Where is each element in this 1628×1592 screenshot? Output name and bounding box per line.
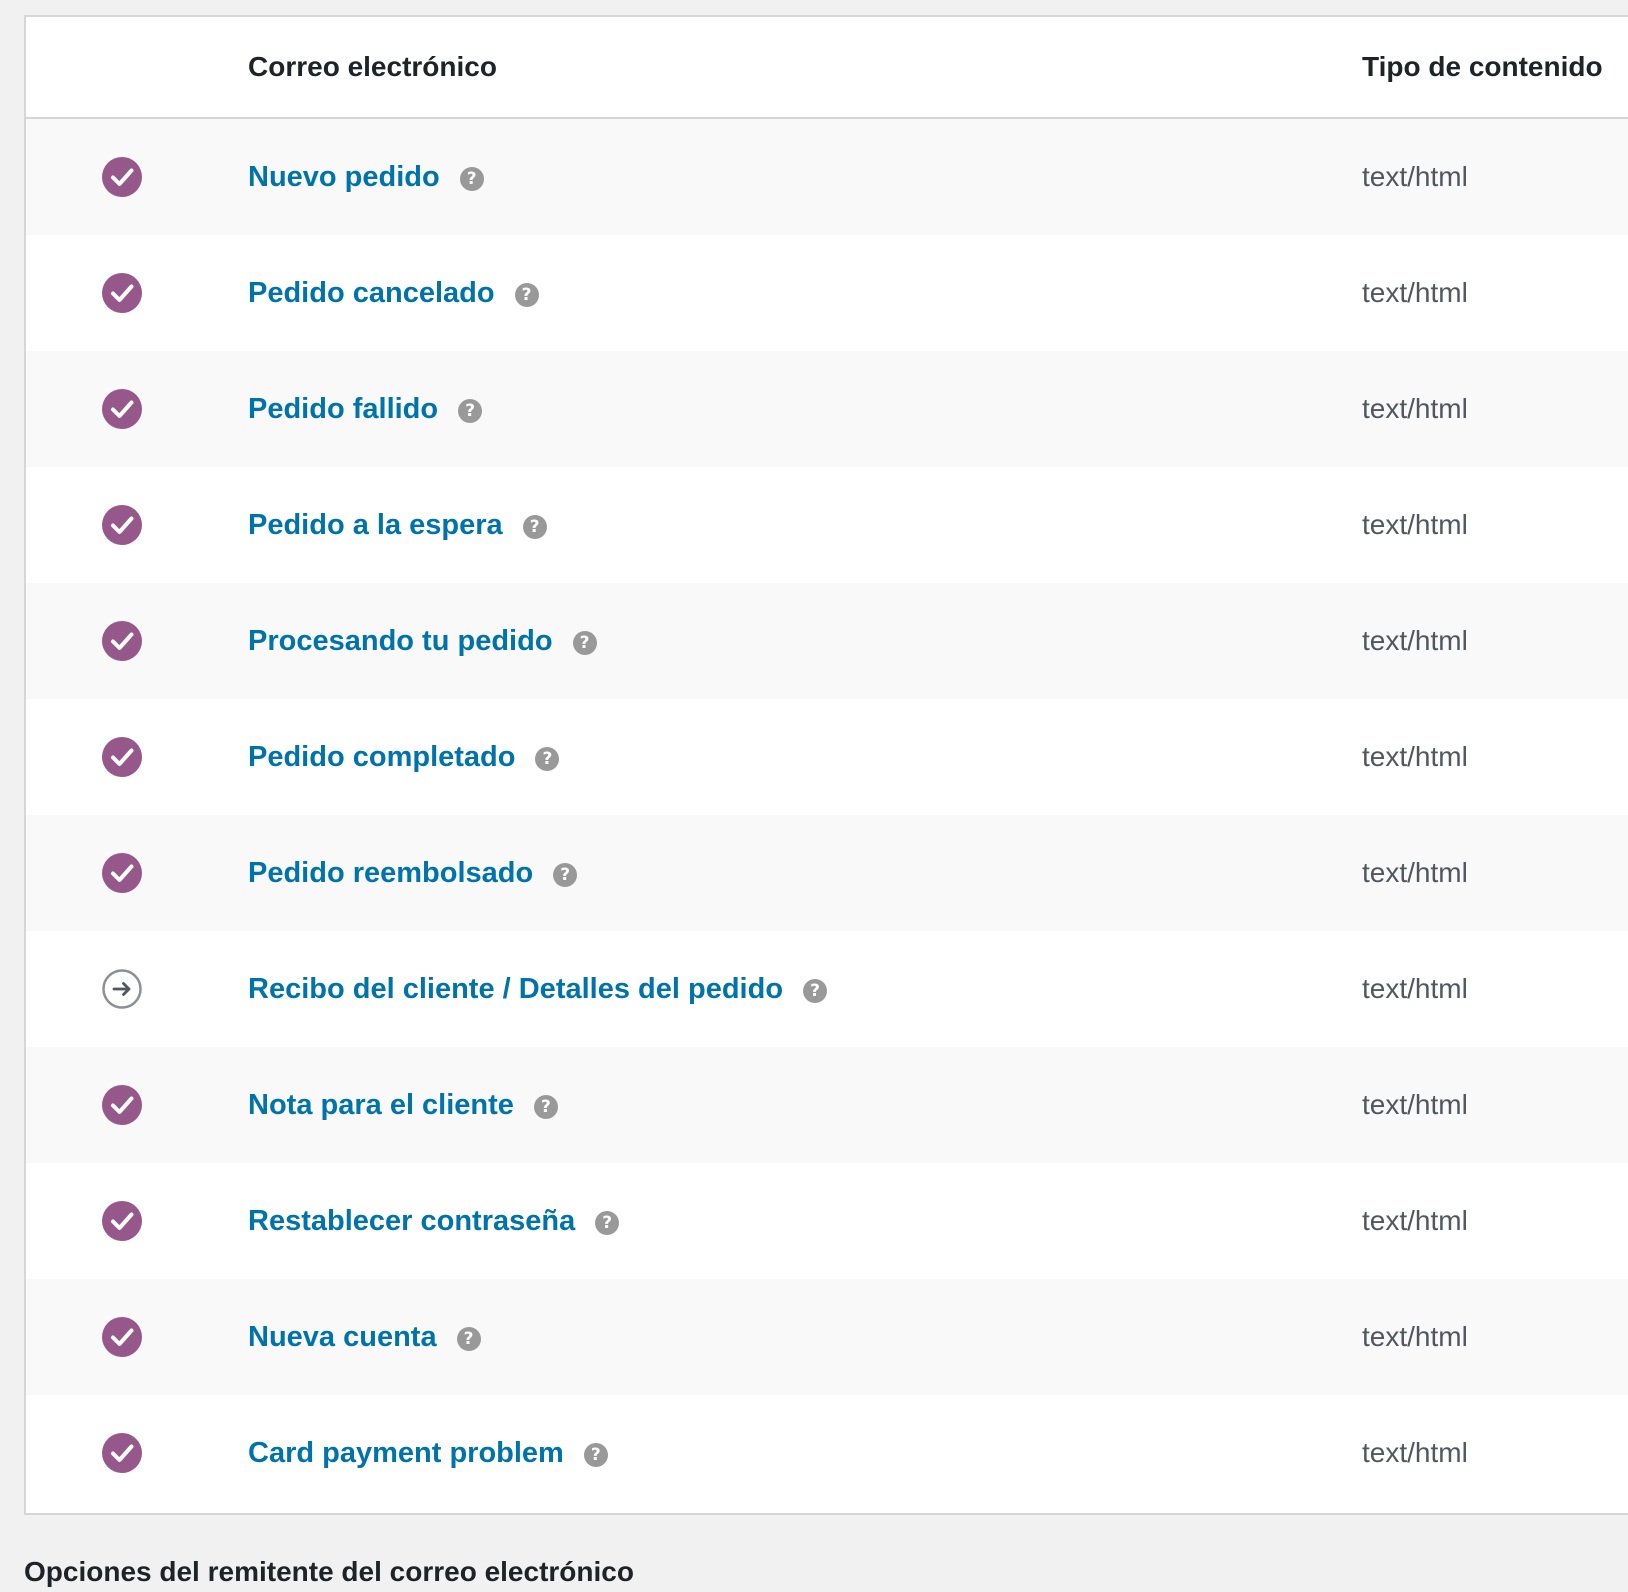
- check-circle-icon: [102, 737, 142, 777]
- content-type-cell: text/html: [1362, 393, 1468, 424]
- email-notifications-table: Correo electrónico Tipo de contenido Nue…: [24, 15, 1628, 1515]
- email-title-cell: Procesando tu pedido?: [248, 583, 597, 699]
- question-icon[interactable]: ?: [535, 747, 560, 771]
- email-link[interactable]: Pedido a la espera: [248, 509, 503, 542]
- email-link[interactable]: Procesando tu pedido: [248, 625, 553, 658]
- question-icon[interactable]: ?: [522, 515, 547, 539]
- table-row: Pedido reembolsado? text/html: [26, 815, 1628, 931]
- check-circle-icon: [102, 853, 142, 893]
- email-title-cell: Nuevo pedido?: [248, 119, 484, 235]
- check-circle-icon: [102, 1433, 142, 1473]
- content-type-cell: text/html: [1362, 741, 1468, 772]
- table-row: Pedido completado? text/html: [26, 699, 1628, 815]
- email-link[interactable]: Recibo del cliente / Detalles del pedido: [248, 973, 783, 1006]
- question-icon[interactable]: ?: [533, 1095, 558, 1119]
- check-circle-icon: [102, 273, 142, 313]
- content-type-cell: text/html: [1362, 625, 1468, 656]
- content-type-cell: text/html: [1362, 857, 1468, 888]
- table-row: Nota para el cliente? text/html: [26, 1047, 1628, 1163]
- content-type-cell: text/html: [1362, 1089, 1468, 1120]
- email-title-cell: Pedido reembolsado?: [248, 815, 578, 931]
- email-title-cell: Pedido completado?: [248, 699, 560, 815]
- email-link[interactable]: Nueva cuenta: [248, 1321, 437, 1354]
- question-icon[interactable]: ?: [514, 283, 539, 307]
- table-row: Nuevo pedido? text/html: [26, 119, 1628, 235]
- table-row: Procesando tu pedido? text/html: [26, 583, 1628, 699]
- arrow-circle-icon: [102, 969, 142, 1009]
- content-type-cell: text/html: [1362, 509, 1468, 540]
- check-circle-icon: [102, 621, 142, 661]
- question-icon[interactable]: ?: [459, 167, 484, 191]
- content-type-cell: text/html: [1362, 1205, 1468, 1236]
- email-link[interactable]: Nota para el cliente: [248, 1089, 514, 1122]
- sender-options-heading: Opciones del remitente del correo electr…: [24, 1556, 634, 1587]
- table-row: Nueva cuenta? text/html: [26, 1279, 1628, 1395]
- check-circle-icon: [102, 1085, 142, 1125]
- email-title-cell: Restablecer contraseña?: [248, 1163, 620, 1279]
- content-type-cell: text/html: [1362, 1437, 1468, 1468]
- email-title-cell: Card payment problem?: [248, 1395, 608, 1511]
- check-circle-icon: [102, 157, 142, 197]
- question-icon[interactable]: ?: [456, 1327, 481, 1351]
- email-title-cell: Nueva cuenta?: [248, 1279, 481, 1395]
- table-row: Restablecer contraseña? text/html: [26, 1163, 1628, 1279]
- email-title-cell: Recibo del cliente / Detalles del pedido…: [248, 931, 828, 1047]
- question-icon[interactable]: ?: [803, 979, 828, 1003]
- table-header: Correo electrónico Tipo de contenido: [26, 17, 1628, 119]
- content-type-cell: text/html: [1362, 277, 1468, 308]
- table-row: Pedido a la espera? text/html: [26, 467, 1628, 583]
- email-link[interactable]: Pedido cancelado: [248, 277, 495, 310]
- table-row: Recibo del cliente / Detalles del pedido…: [26, 931, 1628, 1047]
- check-circle-icon: [102, 505, 142, 545]
- email-title-cell: Pedido a la espera?: [248, 467, 547, 583]
- email-title-cell: Nota para el cliente?: [248, 1047, 558, 1163]
- email-link[interactable]: Pedido fallido: [248, 393, 438, 426]
- check-circle-icon: [102, 389, 142, 429]
- question-icon[interactable]: ?: [553, 863, 578, 887]
- email-title-cell: Pedido fallido?: [248, 351, 483, 467]
- email-link[interactable]: Pedido reembolsado: [248, 857, 533, 890]
- email-link[interactable]: Restablecer contraseña: [248, 1205, 575, 1238]
- table-row: Pedido fallido? text/html: [26, 351, 1628, 467]
- table-body: Nuevo pedido? text/html Pedido cancelado? t…: [26, 119, 1628, 1511]
- column-header-email[interactable]: Correo electrónico: [248, 17, 497, 117]
- content-type-cell: text/html: [1362, 1321, 1468, 1352]
- question-icon[interactable]: ?: [595, 1211, 620, 1235]
- check-circle-icon: [102, 1317, 142, 1357]
- table-row: Pedido cancelado? text/html: [26, 235, 1628, 351]
- question-icon[interactable]: ?: [583, 1443, 608, 1467]
- question-icon[interactable]: ?: [572, 631, 597, 655]
- email-link[interactable]: Card payment problem: [248, 1437, 564, 1470]
- question-icon[interactable]: ?: [458, 399, 483, 423]
- table-row: Card payment problem? text/html: [26, 1395, 1628, 1511]
- email-link[interactable]: Nuevo pedido: [248, 161, 440, 194]
- email-link[interactable]: Pedido completado: [248, 741, 515, 774]
- content-type-cell: text/html: [1362, 973, 1468, 1004]
- check-circle-icon: [102, 1201, 142, 1241]
- content-type-cell: text/html: [1362, 161, 1468, 192]
- column-header-content-type[interactable]: Tipo de contenido: [1362, 17, 1603, 117]
- email-title-cell: Pedido cancelado?: [248, 235, 539, 351]
